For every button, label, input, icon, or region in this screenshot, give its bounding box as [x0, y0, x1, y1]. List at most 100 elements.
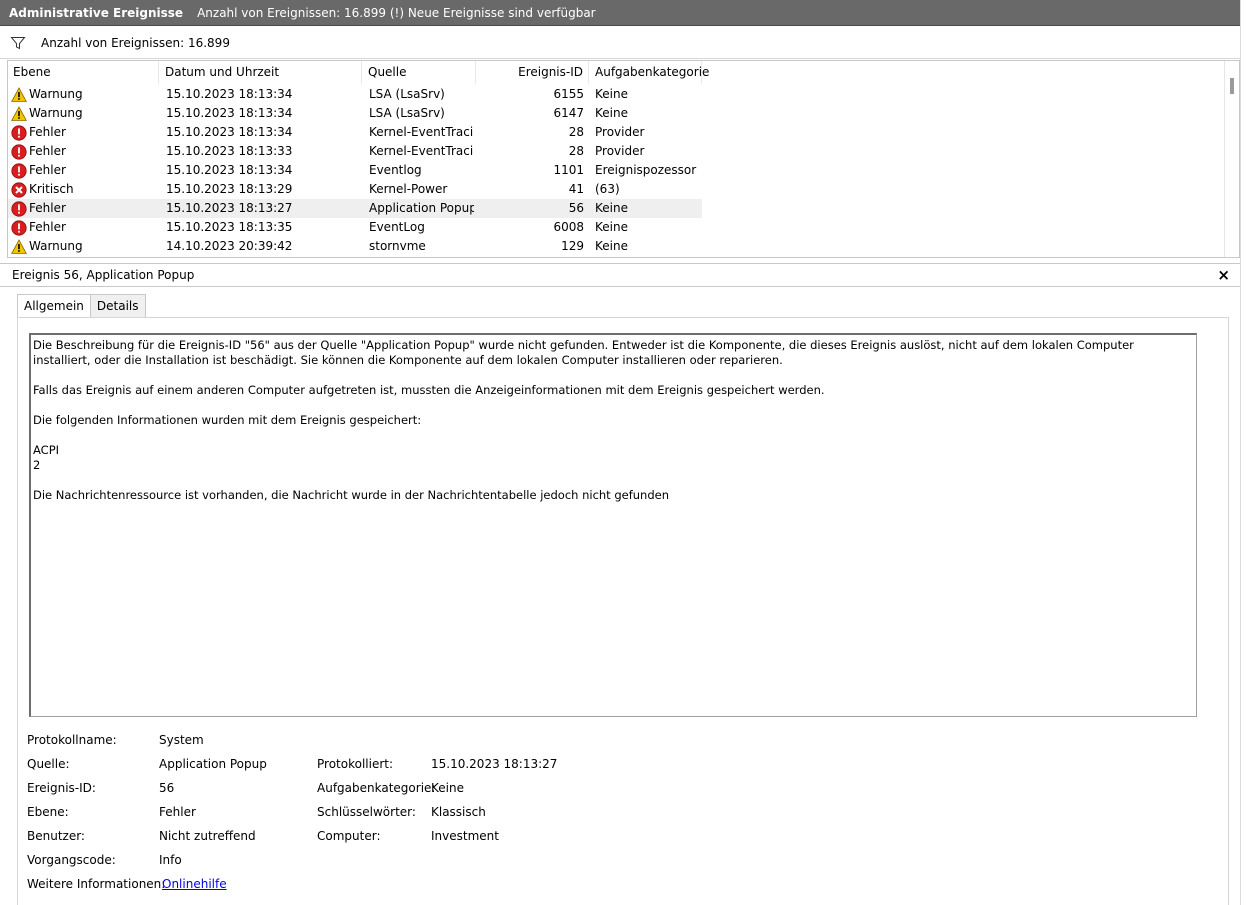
- filter-icon[interactable]: [10, 35, 26, 51]
- event-category-cell: Keine: [595, 201, 628, 215]
- event-date-cell: 15.10.2023 18:13:34: [166, 106, 293, 120]
- detail-tabs: Allgemein Details: [17, 294, 146, 319]
- event-list[interactable]: Ebene Datum und Uhrzeit Quelle Ereignis-…: [7, 60, 1240, 258]
- scrollbar-thumb[interactable]: [1230, 78, 1234, 94]
- property-value-protokollname: System: [159, 733, 204, 747]
- event-date-cell: 15.10.2023 18:13:29: [166, 182, 293, 196]
- error-icon: [11, 200, 27, 217]
- description-blank-line: [33, 398, 1194, 413]
- event-row[interactable]: Warnung 15.10.2023 18:13:34 LSA (LsaSrv) 61…: [8, 104, 702, 123]
- critical-icon: [11, 181, 27, 198]
- property-label-ereignis-id: Ereignis-ID:: [27, 781, 96, 795]
- description-blank-line: [33, 473, 1194, 488]
- event-source-cell: Eventlog: [369, 163, 422, 177]
- vertical-scrollbar[interactable]: [1224, 61, 1239, 257]
- event-level-cell: Fehler: [11, 161, 161, 180]
- property-label-computer: Computer:: [317, 829, 381, 843]
- property-value-schluesselwoerter: Klassisch: [431, 805, 486, 819]
- event-date-cell: 15.10.2023 18:13:34: [166, 125, 293, 139]
- event-row[interactable]: Fehler 15.10.2023 18:13:27 Application Pop…: [8, 199, 702, 218]
- event-description[interactable]: Die Beschreibung für die Ereignis-ID "56…: [29, 333, 1197, 717]
- property-value-computer: Investment: [431, 829, 499, 843]
- event-source-cell: Kernel-EventTraci...: [369, 125, 474, 139]
- property-label-benutzer: Benutzer:: [27, 829, 85, 843]
- event-level-text: Fehler: [29, 125, 66, 139]
- event-level-cell: Fehler: [11, 199, 161, 218]
- event-id-cell: 28: [568, 125, 584, 139]
- error-icon: [11, 219, 27, 236]
- event-source-cell: LSA (LsaSrv): [369, 106, 445, 120]
- description-paragraph: Die Nachrichtenressource ist vorhanden, …: [33, 488, 670, 502]
- event-category-cell: Keine: [595, 106, 628, 120]
- event-level-text: Warnung: [29, 239, 83, 253]
- warning-icon: [11, 86, 27, 103]
- error-icon: [11, 162, 27, 179]
- event-row[interactable]: Warnung 14.10.2023 20:39:42 stornvme 129 Kei…: [8, 237, 702, 256]
- filter-bar: Anzahl von Ereignissen: 16.899: [0, 27, 1247, 59]
- property-label-vorgangscode: Vorgangscode:: [27, 853, 116, 867]
- column-header-category[interactable]: Aufgabenkategorie: [590, 61, 709, 84]
- property-value-vorgangscode: Info: [159, 853, 182, 867]
- event-category-cell: Provider: [595, 125, 645, 139]
- filter-count-text: Anzahl von Ereignissen: 16.899: [41, 35, 230, 50]
- property-label-protokollname: Protokollname:: [27, 733, 117, 747]
- event-level-cell: Fehler: [11, 218, 161, 237]
- property-label-ebene: Ebene:: [27, 805, 69, 819]
- event-level-text: Fehler: [29, 144, 66, 158]
- event-date-cell: 15.10.2023 18:13:34: [166, 163, 293, 177]
- warning-icon: [11, 238, 27, 255]
- event-id-cell: 129: [561, 239, 584, 253]
- error-icon: [11, 143, 27, 160]
- property-value-benutzer: Nicht zutreffend: [159, 829, 256, 843]
- event-id-cell: 6155: [553, 87, 584, 101]
- property-label-quelle: Quelle:: [27, 757, 70, 771]
- close-icon[interactable]: ×: [1217, 266, 1230, 284]
- property-value-ereignis-id: 56: [159, 781, 175, 795]
- error-icon: [11, 124, 27, 141]
- event-level-text: Kritisch: [29, 182, 74, 196]
- tab-details[interactable]: Details: [90, 294, 146, 318]
- property-label-protokolliert: Protokolliert:: [317, 757, 394, 771]
- event-level-text: Fehler: [29, 163, 66, 177]
- description-paragraph: 2: [33, 458, 41, 472]
- property-value-protokolliert: 15.10.2023 18:13:27: [431, 757, 558, 771]
- event-level-cell: Fehler: [11, 123, 161, 142]
- event-category-cell: Keine: [595, 220, 628, 234]
- event-level-text: Warnung: [29, 87, 83, 101]
- event-source-cell: Kernel-EventTraci...: [369, 144, 474, 158]
- description-paragraph: ACPI: [33, 443, 60, 457]
- window-right-edge: [1240, 0, 1247, 905]
- title-bar: Administrative Ereignisse Anzahl von Ere…: [0, 0, 1247, 26]
- event-row[interactable]: Fehler 15.10.2023 18:13:34 Eventlog 1101 Ere…: [8, 161, 702, 180]
- event-level-text: Fehler: [29, 201, 66, 215]
- event-id-cell: 6008: [553, 220, 584, 234]
- event-category-cell: Ereignispozessor: [595, 163, 697, 177]
- event-category-cell: Keine: [595, 87, 628, 101]
- event-date-cell: 15.10.2023 18:13:27: [166, 201, 293, 215]
- column-header-date[interactable]: Datum und Uhrzeit: [160, 61, 362, 84]
- event-id-cell: 41: [568, 182, 584, 196]
- event-date-cell: 15.10.2023 18:13:33: [166, 144, 293, 158]
- description-blank-line: [33, 428, 1194, 443]
- event-detail-header: Ereignis 56, Application Popup ×: [0, 263, 1240, 287]
- event-row[interactable]: Warnung 15.10.2023 18:13:34 LSA (LsaSrv) 61…: [8, 85, 702, 104]
- column-header-source[interactable]: Quelle: [363, 61, 476, 84]
- column-header-level[interactable]: Ebene: [8, 61, 159, 84]
- event-level-text: Fehler: [29, 220, 66, 234]
- event-source-cell: stornvme: [369, 239, 426, 253]
- event-date-cell: 15.10.2023 18:13:35: [166, 220, 293, 234]
- column-header-event-id[interactable]: Ereignis-ID: [477, 61, 589, 84]
- description-paragraph: Die folgenden Informationen wurden mit d…: [33, 413, 422, 427]
- tab-allgemein[interactable]: Allgemein: [17, 294, 91, 319]
- event-row[interactable]: Fehler 15.10.2023 18:13:34 Kernel-EventTra…: [8, 123, 702, 142]
- event-date-cell: 14.10.2023 20:39:42: [166, 239, 293, 253]
- event-row[interactable]: Fehler 15.10.2023 18:13:33 Kernel-EventTra…: [8, 142, 702, 161]
- event-row[interactable]: Fehler 15.10.2023 18:13:35 EventLog 6008 Kei…: [8, 218, 702, 237]
- property-value-quelle: Application Popup: [159, 757, 267, 771]
- event-level-cell: Warnung: [11, 85, 161, 104]
- online-help-link[interactable]: Onlinehilfe: [162, 877, 227, 891]
- window-title: Administrative Ereignisse: [9, 5, 184, 20]
- event-row[interactable]: Kritisch 15.10.2023 18:13:29 Kernel-Power 4…: [8, 180, 702, 199]
- event-source-cell: Application Popup: [369, 201, 474, 215]
- event-level-cell: Warnung: [11, 104, 161, 123]
